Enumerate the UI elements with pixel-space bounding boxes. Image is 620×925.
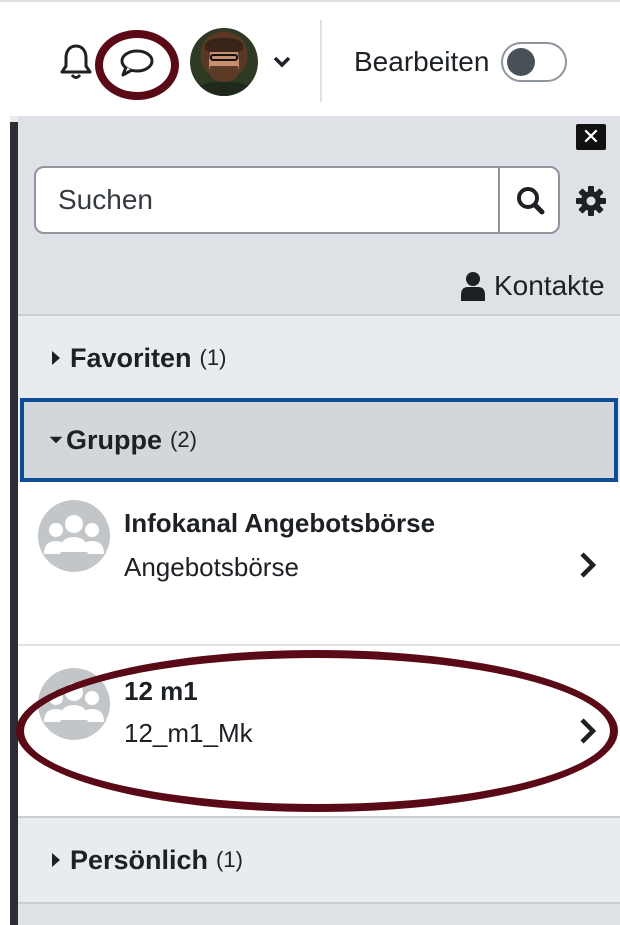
group-icon bbox=[38, 500, 110, 572]
close-icon[interactable]: ✕ bbox=[576, 124, 606, 150]
edit-mode-toggle[interactable] bbox=[501, 42, 567, 82]
section-title: Gruppe bbox=[66, 424, 163, 455]
contacts-label: Kontakte bbox=[494, 270, 605, 301]
conversation-item[interactable]: Infokanal Angebotsbörse Angebotsbörse bbox=[18, 482, 620, 644]
navbar-divider bbox=[320, 20, 322, 102]
search-button[interactable] bbox=[498, 168, 558, 232]
highlight-ellipse-annotation bbox=[16, 650, 618, 812]
edit-mode-label: Bearbeiten bbox=[354, 46, 490, 77]
user-icon bbox=[461, 272, 485, 301]
bell-icon[interactable] bbox=[58, 42, 94, 82]
caret-right-icon bbox=[52, 351, 60, 365]
section-title: Persönlich bbox=[70, 844, 209, 875]
section-group[interactable]: Gruppe (2) bbox=[20, 398, 618, 482]
section-personal[interactable]: Persönlich (1) bbox=[18, 818, 620, 902]
divider bbox=[18, 314, 620, 316]
user-avatar[interactable] bbox=[190, 28, 258, 96]
search-input[interactable] bbox=[36, 168, 498, 232]
conversation-subtitle: Angebotsbörse bbox=[124, 552, 299, 582]
conversation-name: Infokanal Angebotsbörse bbox=[124, 508, 436, 538]
search-field bbox=[34, 166, 560, 234]
section-count: (1) bbox=[216, 847, 243, 872]
toggle-knob bbox=[507, 48, 535, 76]
caret-right-icon bbox=[52, 853, 60, 867]
drawer-edge bbox=[10, 122, 18, 925]
contacts-link[interactable]: Kontakte bbox=[460, 268, 605, 304]
section-count: (2) bbox=[170, 427, 197, 452]
highlight-circle-annotation bbox=[95, 30, 179, 100]
search-icon bbox=[517, 187, 545, 215]
section-title: Favoriten bbox=[70, 342, 192, 373]
gear-icon[interactable] bbox=[574, 184, 608, 218]
chevron-down-icon[interactable] bbox=[272, 54, 292, 70]
chevron-right-icon bbox=[580, 552, 597, 578]
section-count: (1) bbox=[199, 345, 227, 370]
drawer-footer bbox=[18, 904, 620, 925]
section-favorites[interactable]: Favoriten (1) bbox=[18, 318, 620, 398]
caret-down-icon bbox=[49, 436, 63, 444]
top-navbar: Bearbeiten bbox=[0, 0, 620, 116]
